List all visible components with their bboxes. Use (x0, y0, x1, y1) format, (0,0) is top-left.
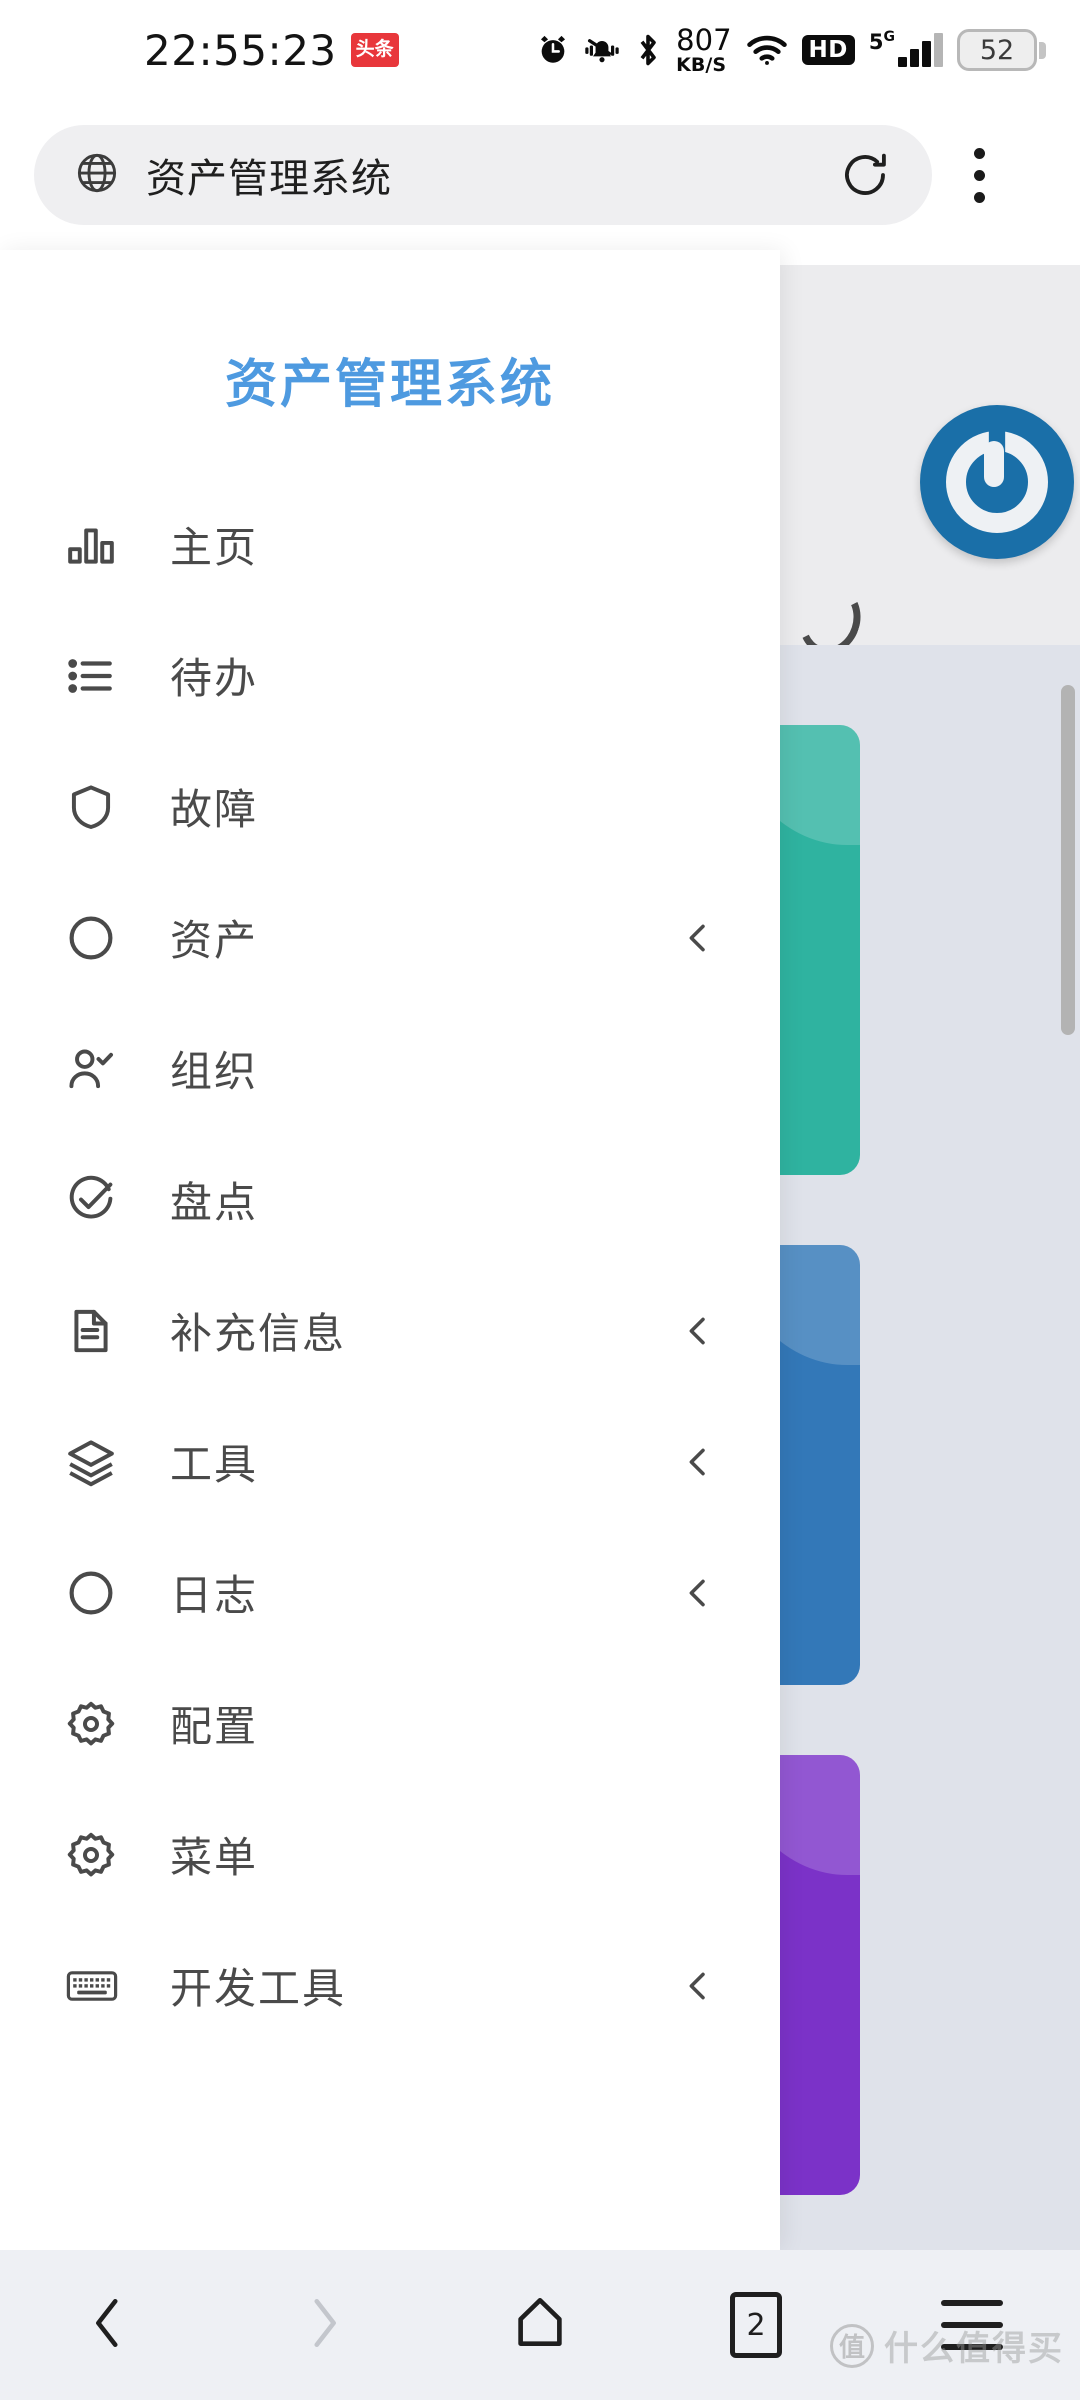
home-button[interactable] (465, 2250, 615, 2400)
chevron-left-icon[interactable] (678, 1311, 718, 1351)
navigation-drawer: 资产管理系统 主页 待办 故障 资产 组织 盘点 补充信息 工具 日志 配置 菜… (0, 250, 780, 2250)
battery-body: 52 (957, 29, 1037, 71)
status-bar: 22:55:23 头条 807 KB/S HD 5G 52 (0, 0, 1080, 100)
chevron-left-icon[interactable] (678, 1573, 718, 1613)
sidebar-item-label: 补充信息 (170, 1310, 347, 1357)
gear-icon (66, 1699, 140, 1749)
phone-screen: 22:55:23 头条 807 KB/S HD 5G 52 资产管理系统 资产管… (0, 0, 1080, 2400)
sidebar-item-label: 配置 (170, 1703, 259, 1750)
sidebar-item-label: 主页 (170, 524, 259, 571)
battery-indicator: 52 (957, 29, 1046, 71)
globe-icon (74, 150, 120, 201)
back-arrow-icon (79, 2294, 137, 2357)
status-bar-left: 22:55:23 头条 (144, 26, 399, 75)
network-type-label: 5G (868, 29, 895, 54)
document-icon (66, 1306, 140, 1356)
sidebar-item-label: 开发工具 (170, 1965, 347, 2012)
browser-more-options-icon[interactable] (936, 125, 1022, 225)
drawer-title: 资产管理系统 (224, 356, 555, 414)
watermark-logo: 值 (830, 2323, 874, 2368)
sidebar-item-tools[interactable]: 工具 (0, 1396, 780, 1527)
tabs-button[interactable]: 2 (681, 2250, 831, 2400)
sidebar-item-label: 菜单 (170, 1834, 259, 1881)
toutiao-badge: 头条 (350, 33, 399, 67)
battery-level: 52 (979, 34, 1015, 66)
home-icon (509, 2292, 571, 2359)
sidebar-item-label: 组织 (170, 1048, 259, 1095)
sidebar-item-inventory[interactable]: 盘点 (0, 1134, 780, 1265)
shield-icon (66, 782, 140, 832)
sidebar-item-label: 资产 (170, 917, 259, 964)
page-title: 资产管理系统 (146, 157, 392, 201)
drawer-menu-list: 主页 待办 故障 资产 组织 盘点 补充信息 工具 日志 配置 菜单 开发工具 (0, 479, 780, 2051)
watermark-text: 什么值得买 (884, 2330, 1064, 2368)
sidebar-item-label: 盘点 (170, 1179, 259, 1226)
watermark: 值 什么值得买 (830, 2321, 1064, 2370)
chevron-left-icon[interactable] (678, 918, 718, 958)
sidebar-item-dev-tools[interactable]: 开发工具 (0, 1920, 780, 2051)
check-circle-icon (66, 1175, 140, 1225)
mute-bell-icon (584, 33, 620, 67)
gear-icon (66, 1830, 140, 1880)
list-icon (66, 651, 140, 701)
address-bar[interactable]: 资产管理系统 (34, 125, 932, 225)
forward-arrow-icon (295, 2294, 353, 2357)
sidebar-item-todo[interactable]: 待办 (0, 610, 780, 741)
chevron-left-icon[interactable] (678, 1442, 718, 1482)
sidebar-item-menu[interactable]: 菜单 (0, 1789, 780, 1920)
clock-time: 22:55:23 (144, 25, 337, 75)
sidebar-item-configuration[interactable]: 配置 (0, 1658, 780, 1789)
sidebar-item-label: 故障 (170, 786, 259, 833)
sidebar-item-organization[interactable]: 组织 (0, 1003, 780, 1134)
sidebar-item-label: 日志 (170, 1572, 259, 1619)
sidebar-item-supplementary-info[interactable]: 补充信息 (0, 1265, 780, 1396)
chevron-left-icon[interactable] (678, 1966, 718, 2006)
logo-stem (984, 441, 1004, 487)
signal-bars-icon (898, 33, 943, 67)
battery-tip (1039, 41, 1046, 59)
user-check-icon (66, 1044, 140, 1094)
tab-count-badge: 2 (730, 2292, 782, 2358)
refresh-icon[interactable] (838, 148, 892, 202)
network-speed-value: 807 (676, 22, 732, 57)
keyboard-icon (66, 1960, 140, 2012)
app-logo-header (780, 265, 1080, 663)
browser-toolbar: 资产管理系统 (0, 100, 1080, 250)
sidebar-item-label: 工具 (170, 1441, 259, 1488)
forward-button[interactable] (249, 2250, 399, 2400)
network-type-indicator: 5G (868, 29, 943, 67)
sidebar-item-home[interactable]: 主页 (0, 479, 780, 610)
layers-icon (66, 1437, 140, 1487)
status-bar-right: 807 KB/S HD 5G 52 (536, 22, 1046, 76)
bluetooth-icon (634, 32, 662, 68)
vertical-scrollbar[interactable] (1061, 685, 1075, 1035)
wifi-icon (746, 33, 788, 67)
alarm-icon (536, 33, 570, 67)
bar-chart-icon (66, 520, 140, 570)
sidebar-item-assets[interactable]: 资产 (0, 872, 780, 1003)
sidebar-item-label: 待办 (170, 655, 259, 702)
content-cards-area (735, 645, 1080, 2250)
hd-badge: HD (801, 35, 855, 65)
sidebar-item-logs[interactable]: 日志 (0, 1527, 780, 1658)
network-speed-unit: KB/S (676, 53, 727, 76)
circle-icon (66, 1568, 140, 1618)
network-speed: 807 KB/S (676, 22, 732, 76)
back-button[interactable] (33, 2250, 183, 2400)
power-spiral-logo (920, 405, 1074, 559)
circle-icon (66, 913, 140, 963)
sidebar-item-fault[interactable]: 故障 (0, 741, 780, 872)
